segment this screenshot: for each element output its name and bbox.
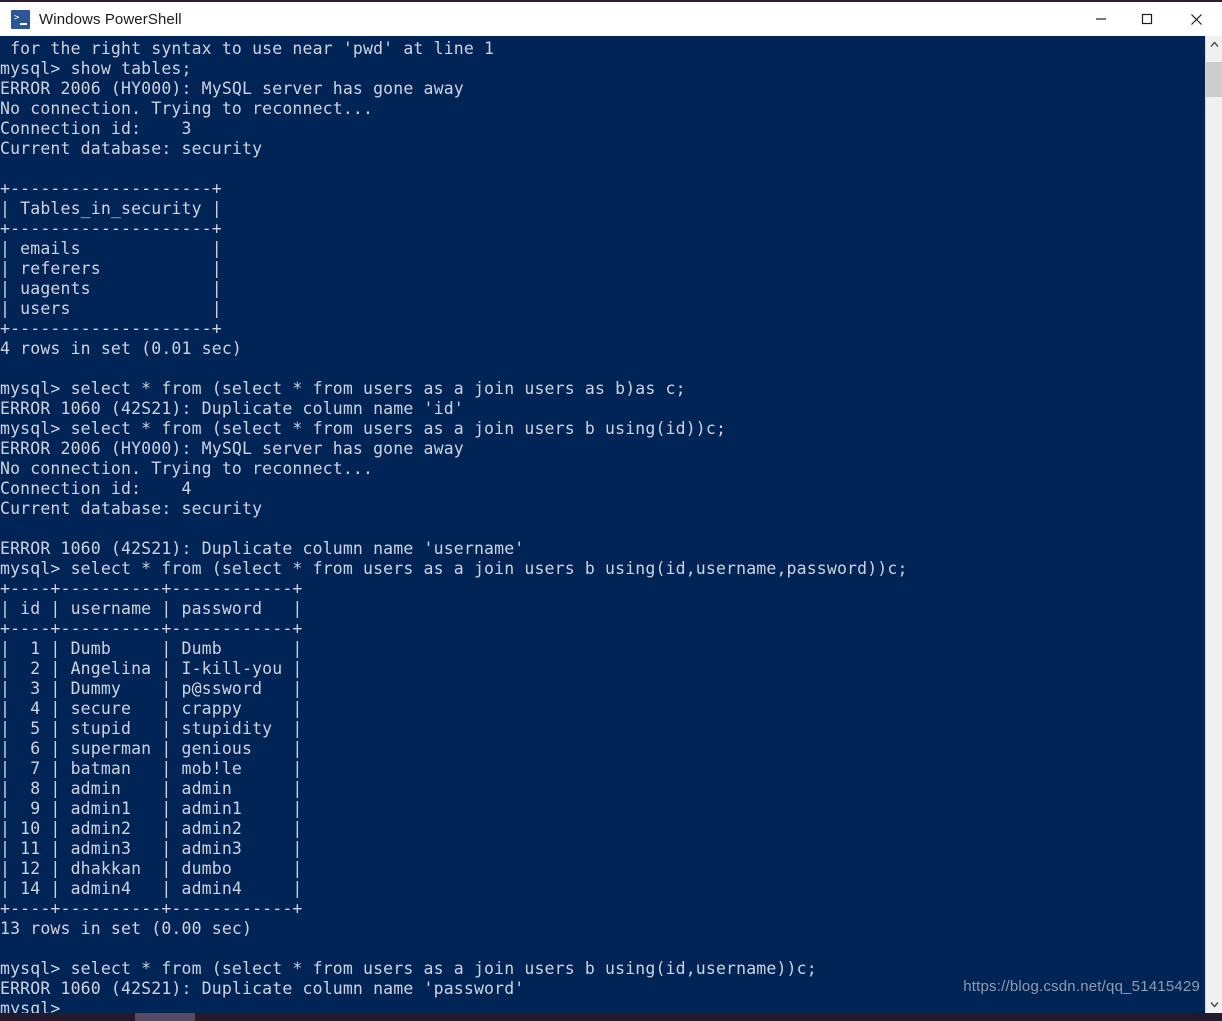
terminal-text: for the right syntax to use near 'pwd' a… <box>0 39 908 1013</box>
titlebar-left-group: > Windows PowerShell <box>0 9 1078 29</box>
window-titlebar[interactable]: > Windows PowerShell <box>0 0 1222 36</box>
taskbar-item[interactable] <box>135 1013 195 1021</box>
window-title: Windows PowerShell <box>39 10 182 28</box>
vertical-scrollbar[interactable] <box>1205 36 1222 1013</box>
scrollbar-thumb[interactable] <box>1206 62 1222 97</box>
window-controls <box>1078 1 1222 37</box>
scroll-up-arrow-icon[interactable] <box>1206 36 1222 53</box>
maximize-button[interactable] <box>1124 1 1170 37</box>
powershell-window: > Windows PowerShell for the right synta… <box>0 0 1222 1021</box>
powershell-icon: > <box>11 9 30 29</box>
minimize-button[interactable] <box>1078 1 1124 37</box>
blog-watermark: https://blog.csdn.net/qq_51415429 <box>963 978 1200 995</box>
close-button[interactable] <box>1170 1 1222 37</box>
scroll-down-arrow-icon[interactable] <box>1206 996 1222 1013</box>
console-output-area[interactable]: for the right syntax to use near 'pwd' a… <box>0 36 1222 1013</box>
taskbar-strip <box>0 1013 1222 1021</box>
